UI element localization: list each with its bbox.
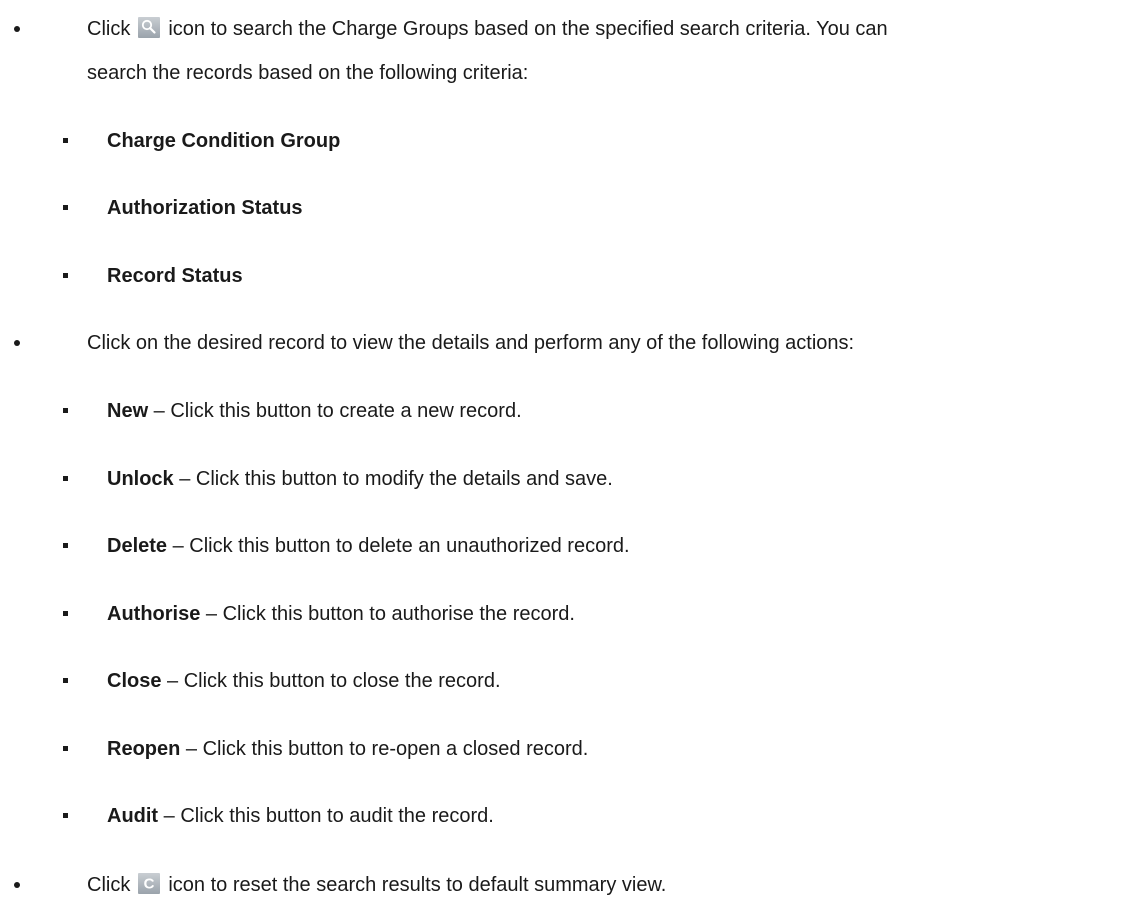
criteria-item: Authorization Status	[107, 197, 303, 219]
reset-instruction-prefix: Click	[87, 874, 131, 896]
sub-bullet	[63, 813, 68, 818]
action-desc: – Click this button to authorise the rec…	[200, 603, 575, 625]
action-desc: – Click this button to create a new reco…	[148, 400, 522, 422]
sub-bullet	[63, 746, 68, 751]
sub-bullet	[63, 543, 68, 548]
sub-bullet	[63, 476, 68, 481]
sub-bullet	[63, 678, 68, 683]
sub-bullet	[63, 205, 68, 210]
record-instruction: Click on the desired record to view the …	[87, 332, 855, 354]
action-item: Close – Click this button to close the r…	[107, 669, 501, 693]
sub-bullet	[63, 611, 68, 616]
reset-instruction-text: icon to reset the search results to defa…	[168, 874, 667, 896]
action-desc: – Click this button to close the record.	[161, 670, 501, 692]
action-item: Unlock – Click this button to modify the…	[107, 467, 613, 491]
action-name: Reopen	[107, 738, 181, 760]
search-icon	[138, 17, 161, 38]
action-name: Audit	[107, 805, 159, 827]
action-desc: – Click this button to modify the detail…	[173, 468, 613, 490]
criteria-item: Record Status	[107, 265, 243, 287]
action-name: Close	[107, 670, 162, 692]
action-item: Reopen – Click this button to re-open a …	[107, 737, 588, 761]
action-item: Delete – Click this button to delete an …	[107, 534, 630, 558]
criteria-item: Charge Condition Group	[107, 130, 341, 152]
search-instruction-prefix: Click	[87, 18, 131, 40]
action-desc: – Click this button to re-open a closed …	[180, 738, 589, 760]
bullet-dot	[14, 882, 20, 888]
reset-instruction: Click Cicon to reset the search results t…	[87, 873, 666, 897]
search-instruction-line2: search the records based on the followin…	[87, 62, 529, 84]
sub-bullet	[63, 408, 68, 413]
action-name: Unlock	[107, 468, 174, 490]
action-name: Authorise	[107, 603, 201, 625]
action-item: Authorise – Click this button to authori…	[107, 602, 575, 626]
sub-bullet	[63, 273, 68, 278]
action-item: New – Click this button to create a new …	[107, 399, 522, 423]
reset-icon: C	[138, 873, 161, 894]
bullet-dot	[14, 26, 20, 32]
action-name: New	[107, 400, 149, 422]
action-name: Delete	[107, 535, 168, 557]
action-desc: – Click this button to audit the record.	[158, 805, 494, 827]
search-instruction-text: icon to search the Charge Groups based o…	[168, 18, 888, 40]
sub-bullet	[63, 138, 68, 143]
bullet-dot	[14, 340, 20, 346]
search-instruction: Click icon to search the Charge Groups ba…	[87, 17, 888, 41]
action-desc: – Click this button to delete an unautho…	[167, 535, 630, 557]
action-item: Audit – Click this button to audit the r…	[107, 804, 494, 828]
svg-text:C: C	[144, 876, 155, 893]
